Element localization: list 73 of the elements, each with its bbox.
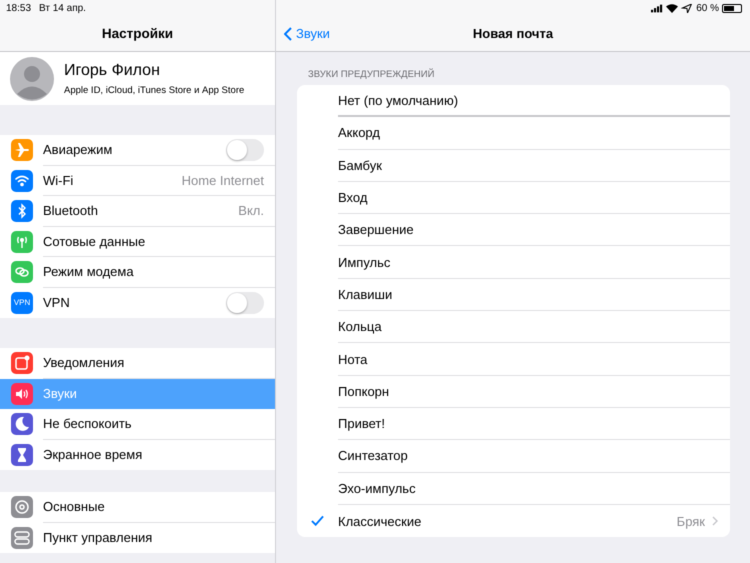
detail-title: Новая почта <box>472 26 554 41</box>
sidebar-item-label: Авиарежим <box>43 142 112 158</box>
vpn-icon: VPN <box>11 292 33 314</box>
back-button[interactable]: Звуки <box>284 26 330 41</box>
sidebar-item-label: Не беспокоить <box>43 416 132 432</box>
profile-subtitle: Apple ID, iCloud, iTunes Store и App Store <box>64 84 244 96</box>
status-time: 18:53 <box>6 3 32 14</box>
status-date: Вт 14 апр. <box>39 3 86 14</box>
back-chevron-icon <box>284 26 292 40</box>
sidebar-item[interactable]: Основные <box>0 492 275 522</box>
signal-icon <box>651 4 664 13</box>
profile-row[interactable]: Игорь Филон Apple ID, iCloud, iTunes Store и App Store <box>0 52 275 105</box>
wifi-icon <box>666 4 678 13</box>
sound-option[interactable]: Классические Бряк <box>297 504 730 538</box>
sidebar-item[interactable]: Не беспокоить <box>0 409 275 440</box>
battery-icon <box>722 4 742 13</box>
sound-option[interactable]: Эхо-импульс <box>297 472 730 505</box>
sidebar-item-label: Звуки <box>43 386 77 402</box>
sound-option[interactable]: Завершение <box>297 214 730 246</box>
sound-name: Нота <box>338 352 368 367</box>
sidebar-item-value: Вкл. <box>238 203 264 218</box>
sound-option[interactable]: Синтезатор <box>297 440 730 473</box>
sound-option[interactable]: Импульс <box>297 246 730 279</box>
sound-name: Завершение <box>338 222 414 238</box>
sidebar-item-value: Home Internet <box>182 172 264 188</box>
sidebar-item-label: Wi-Fi <box>43 172 74 188</box>
location-icon <box>681 4 694 13</box>
sidebar-item[interactable]: VPN VPN <box>0 288 275 318</box>
sound-option[interactable]: Кольца <box>297 311 730 344</box>
sidebar-title: Настройки <box>100 25 174 43</box>
sound-option[interactable]: Попкорн <box>297 376 730 408</box>
sidebar-item[interactable]: Сотовые данные <box>0 226 275 257</box>
sidebar-item-label: Bluetooth <box>43 203 98 218</box>
chevron-icon <box>712 516 718 526</box>
sound-name: Вход <box>338 190 368 206</box>
sound-option[interactable]: Вход <box>297 182 730 214</box>
sidebar-item-label: Основные <box>43 499 105 514</box>
toggle-switch[interactable] <box>226 292 264 314</box>
sound-name: Нет (по умолчанию) <box>338 92 458 108</box>
sound-option[interactable]: Привет! <box>297 408 730 440</box>
sidebar-item-label: VPN <box>43 295 70 310</box>
sidebar-item-label: Режим модема <box>43 264 134 280</box>
sidebar-item[interactable]: Авиарежим <box>0 135 275 166</box>
sound-name: Бамбук <box>338 158 382 173</box>
sidebar-item-label: Пункт управления <box>43 530 152 546</box>
battery-percent: 60 % <box>696 3 719 14</box>
sound-option[interactable]: Аккорд <box>297 117 730 150</box>
sound-name: Кольца <box>338 319 382 334</box>
sound-option[interactable]: Клавиши <box>297 278 730 312</box>
avatar-icon <box>10 56 54 100</box>
sidebar-item[interactable]: Экранное время <box>0 440 275 470</box>
sound-name: Синтезатор <box>338 448 408 464</box>
toggle-switch[interactable] <box>226 138 264 161</box>
sidebar-item-label: Сотовые данные <box>43 234 146 249</box>
sidebar-item-label: Экранное время <box>43 447 142 462</box>
sound-value: Бряк <box>676 514 705 528</box>
sidebar-item-label: Уведомления <box>43 355 124 370</box>
sidebar-item[interactable]: Пункт управления <box>0 522 275 553</box>
sound-option[interactable]: Бамбук <box>297 150 730 182</box>
sidebar-item[interactable]: Bluetooth Вкл. <box>0 196 275 226</box>
sound-name: Клавиши <box>338 286 392 302</box>
sound-name: Привет! <box>338 416 385 432</box>
sound-name: Эхо-импульс <box>338 480 416 496</box>
sound-name: Классические <box>338 514 422 528</box>
sidebar-item[interactable]: Режим модема <box>0 257 275 288</box>
sound-option[interactable]: Нет (по умолчанию) <box>297 85 730 118</box>
sound-name: Импульс <box>338 254 390 270</box>
sound-name: Аккорд <box>338 125 380 140</box>
sidebar-item[interactable]: Wi-Fi Home Internet <box>0 166 275 196</box>
sound-option[interactable]: Нота <box>297 343 730 376</box>
profile-name: Игорь Филон <box>64 62 161 80</box>
section-header: ЗВУКИ ПРЕДУПРЕЖДЕНИЙ <box>307 67 436 82</box>
sound-name: Попкорн <box>338 384 390 399</box>
